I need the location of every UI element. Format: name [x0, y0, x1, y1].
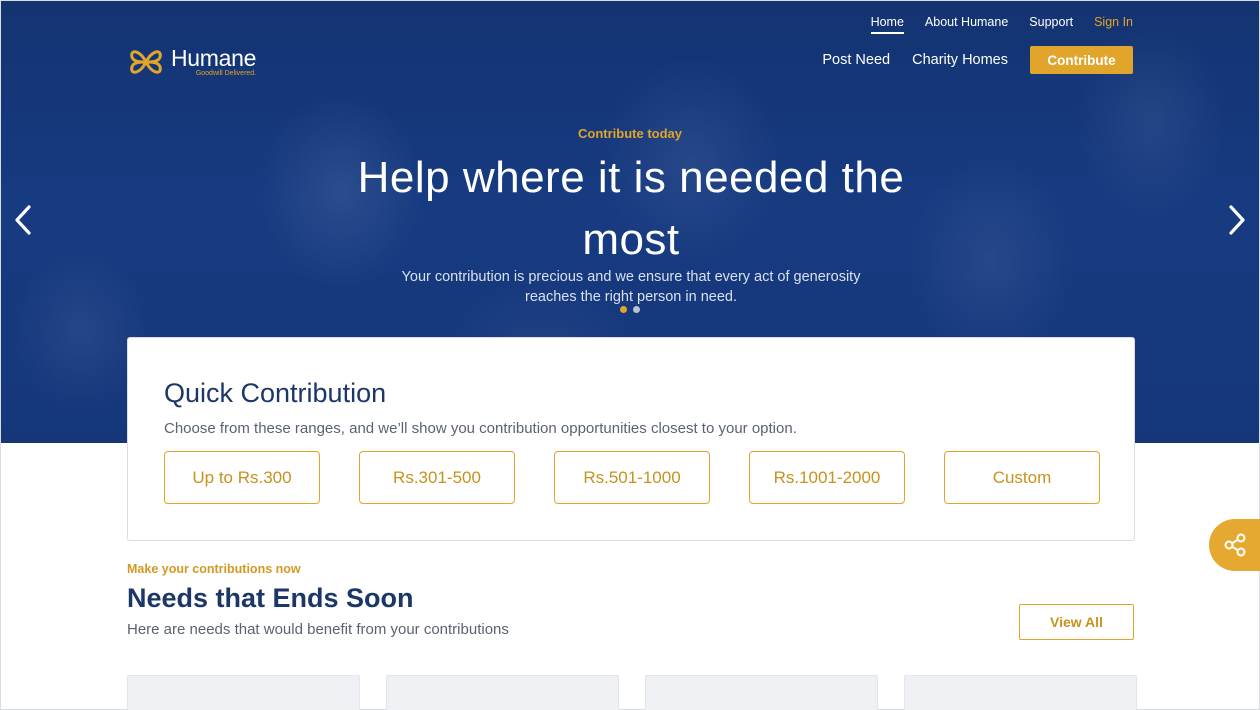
nav-home[interactable]: Home	[870, 15, 904, 34]
range-button-301-500[interactable]: Rs.301-500	[359, 451, 515, 504]
chevron-left-icon[interactable]	[11, 203, 35, 237]
range-button-1001-2000[interactable]: Rs.1001-2000	[749, 451, 905, 504]
nav-post-need[interactable]: Post Need	[822, 52, 890, 68]
chevron-right-icon[interactable]	[1225, 203, 1249, 237]
range-button-501-1000[interactable]: Rs.501-1000	[554, 451, 710, 504]
quick-contribution-card: Quick Contribution Choose from these ran…	[127, 337, 1135, 541]
brand-name: Humane	[171, 45, 257, 71]
need-card[interactable]	[386, 675, 619, 710]
main-nav: Post Need Charity Homes Contribute	[822, 46, 1133, 74]
brand-tagline: Goodwill Delivered.	[195, 70, 257, 77]
hero-eyebrow: Contribute today	[578, 126, 682, 141]
needs-eyebrow: Make your contributions now	[127, 562, 301, 576]
range-button-up-to-300[interactable]: Up to Rs.300	[164, 451, 320, 504]
needs-description: Here are needs that would benefit from y…	[127, 621, 509, 638]
hero-title: Help where it is needed the most	[357, 153, 905, 264]
share-icon	[1224, 533, 1246, 557]
carousel-dots	[620, 306, 640, 313]
needs-cards	[127, 675, 1137, 710]
share-button[interactable]	[1209, 519, 1260, 571]
top-nav: Home About Humane Support Sign In	[870, 15, 1133, 34]
quick-contribution-description: Choose from these ranges, and we’ll show…	[164, 420, 797, 437]
view-all-button[interactable]: View All	[1019, 604, 1134, 640]
need-card[interactable]	[127, 675, 360, 710]
carousel-dot-2[interactable]	[633, 306, 640, 313]
nav-charity-homes[interactable]: Charity Homes	[912, 52, 1008, 68]
contribute-button[interactable]: Contribute	[1030, 46, 1133, 74]
needs-title: Needs that Ends Soon	[127, 583, 414, 613]
quick-contribution-title: Quick Contribution	[164, 378, 387, 408]
nav-support[interactable]: Support	[1029, 15, 1073, 34]
nav-sign-in[interactable]: Sign In	[1094, 15, 1133, 34]
need-card[interactable]	[645, 675, 878, 710]
nav-about[interactable]: About Humane	[925, 15, 1008, 34]
range-button-custom[interactable]: Custom	[944, 451, 1100, 504]
brand-logo[interactable]: Humane Goodwill Delivered.	[127, 43, 256, 81]
carousel-dot-1[interactable]	[620, 306, 627, 313]
humane-logo-icon	[130, 50, 162, 74]
hero-subtitle: Your contribution is precious and we ens…	[401, 269, 861, 305]
range-options: Up to Rs.300 Rs.301-500 Rs.501-1000 Rs.1…	[164, 451, 1100, 504]
need-card[interactable]	[904, 675, 1137, 710]
